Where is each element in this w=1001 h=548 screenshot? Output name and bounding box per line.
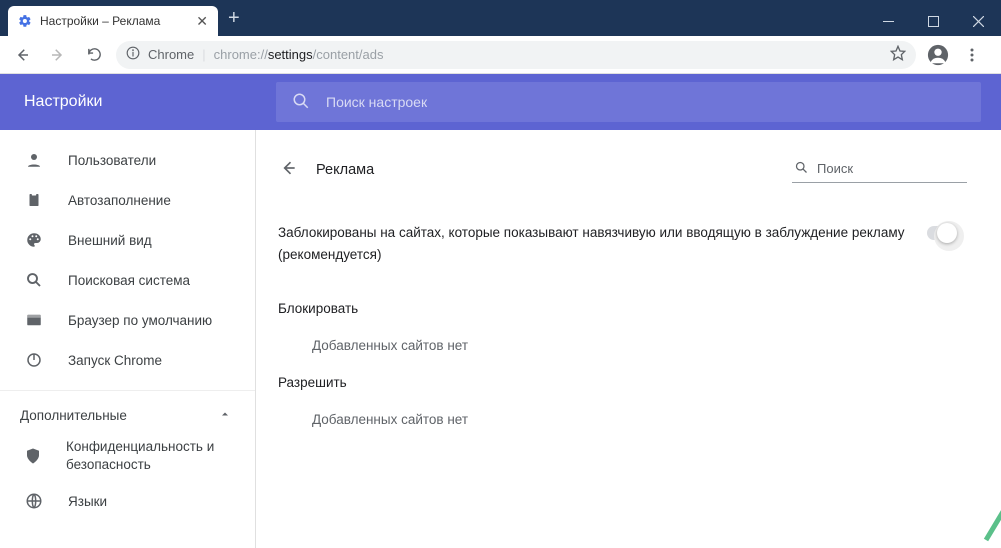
sidebar-item-languages[interactable]: Языки [0, 481, 255, 521]
back-button[interactable] [8, 41, 36, 69]
minimize-button[interactable] [866, 6, 911, 36]
sidebar-item-label: Поисковая система [68, 273, 190, 288]
gear-icon [18, 14, 32, 28]
window-controls [866, 6, 1001, 36]
sidebar-item-label: Браузер по умолчанию [68, 313, 212, 328]
maximize-button[interactable] [911, 6, 956, 36]
content-search[interactable]: Поиск [792, 158, 967, 183]
sidebar-item-search-engine[interactable]: Поисковая система [0, 260, 255, 300]
window-close-button[interactable] [956, 6, 1001, 36]
site-info-icon[interactable] [126, 46, 140, 63]
sidebar-item-default-browser[interactable]: Браузер по умолчанию [0, 300, 255, 340]
sidebar-item-label: Конфиденциальность и безопасность [66, 438, 255, 473]
browser-toolbar: Chrome | chrome://settings/content/ads [0, 36, 1001, 74]
block-empty-text: Добавленных сайтов нет [312, 338, 967, 353]
settings-title: Настройки [0, 93, 276, 111]
person-icon [24, 151, 44, 169]
forward-button[interactable] [44, 41, 72, 69]
back-arrow-button[interactable] [278, 158, 298, 183]
sidebar-item-label: Внешний вид [68, 233, 152, 248]
tab-title: Настройки – Реклама [40, 14, 188, 28]
ads-toggle-row: Заблокированы на сайтах, которые показыв… [278, 208, 967, 279]
sidebar-item-label: Пользователи [68, 153, 156, 168]
chevron-up-icon [219, 408, 231, 423]
clipboard-icon [24, 191, 44, 209]
content-area: Реклама Поиск Заблокированы на сайтах, к… [256, 130, 1001, 548]
window-titlebar: Настройки – Реклама ✕ + [0, 0, 1001, 36]
star-icon[interactable] [890, 45, 906, 64]
settings-search-placeholder: Поиск настроек [326, 94, 427, 110]
page-title: Реклама [316, 162, 774, 178]
block-section-title: Блокировать [278, 301, 967, 316]
menu-button[interactable] [958, 41, 986, 69]
close-icon[interactable]: ✕ [196, 14, 208, 28]
sidebar-item-users[interactable]: Пользователи [0, 140, 255, 180]
sidebar-item-privacy[interactable]: Конфиденциальность и безопасность [0, 430, 255, 481]
reload-button[interactable] [80, 41, 108, 69]
sidebar-item-label: Запуск Chrome [68, 353, 162, 368]
sidebar: Пользователи Автозаполнение Внешний вид … [0, 130, 256, 548]
sidebar-section-label: Дополнительные [20, 408, 127, 423]
sidebar-advanced-toggle[interactable]: Дополнительные [0, 390, 255, 430]
palette-icon [24, 231, 44, 249]
content-search-placeholder: Поиск [817, 161, 853, 176]
globe-icon [24, 492, 44, 510]
settings-header: Настройки Поиск настроек [0, 74, 1001, 130]
search-icon [24, 271, 44, 289]
search-icon [794, 160, 809, 178]
address-bar[interactable]: Chrome | chrome://settings/content/ads [116, 41, 916, 69]
new-tab-button[interactable]: + [218, 3, 250, 34]
allow-empty-text: Добавленных сайтов нет [312, 412, 967, 427]
allow-section-title: Разрешить [278, 375, 967, 390]
sidebar-item-label: Языки [68, 494, 107, 509]
browser-tab[interactable]: Настройки – Реклама ✕ [8, 6, 218, 36]
ads-toggle[interactable] [927, 226, 961, 240]
settings-search[interactable]: Поиск настроек [276, 82, 981, 122]
shield-icon [24, 447, 42, 465]
search-icon [292, 92, 310, 113]
sidebar-item-appearance[interactable]: Внешний вид [0, 220, 255, 260]
profile-button[interactable] [924, 41, 952, 69]
url-scheme-label: Chrome [148, 47, 194, 62]
sidebar-item-startup[interactable]: Запуск Chrome [0, 340, 255, 380]
power-icon [24, 351, 44, 369]
url-text: chrome://settings/content/ads [214, 47, 882, 62]
ads-toggle-label: Заблокированы на сайтах, которые показыв… [278, 222, 927, 265]
sidebar-item-autofill[interactable]: Автозаполнение [0, 180, 255, 220]
browser-icon [24, 311, 44, 329]
sidebar-item-label: Автозаполнение [68, 193, 171, 208]
